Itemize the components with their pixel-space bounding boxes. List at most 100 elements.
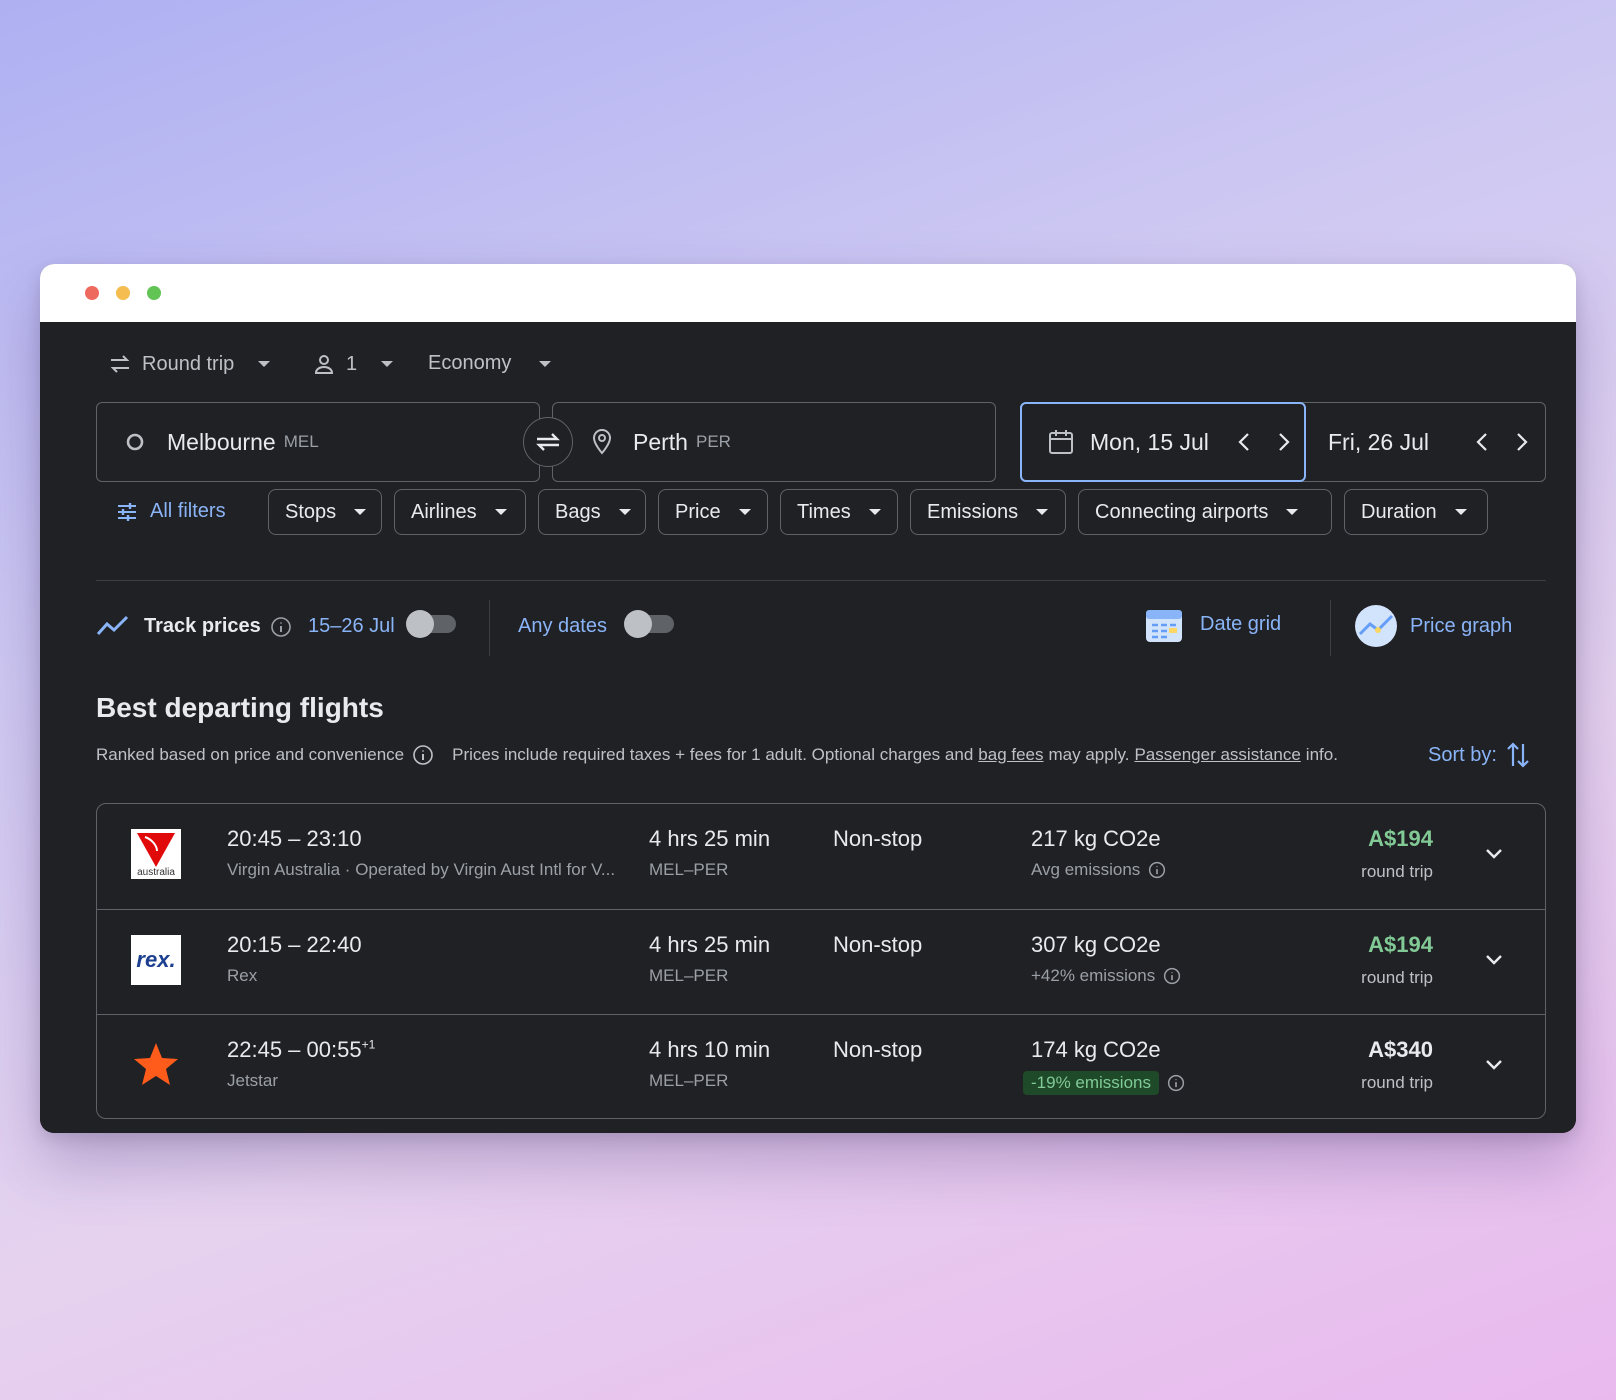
minimize-window-button[interactable] — [116, 286, 130, 300]
day-offset: +1 — [361, 1037, 376, 1052]
chevron-down-icon[interactable] — [1483, 948, 1505, 970]
caret-down-icon — [1286, 509, 1299, 515]
filter-chip-price[interactable]: Price — [658, 489, 768, 535]
airline-name: Rex — [227, 966, 258, 985]
any-dates-label: Any dates — [518, 615, 607, 637]
filter-chip-airlines[interactable]: Airlines — [394, 489, 526, 535]
chip-label: Times — [797, 500, 851, 523]
all-filters-button[interactable]: All filters — [116, 500, 226, 523]
filter-chip-stops[interactable]: Stops — [268, 489, 382, 535]
vertical-divider — [1330, 600, 1331, 656]
rex-logo: rex. — [131, 935, 181, 985]
date-grid-button[interactable]: Date grid — [1144, 604, 1281, 644]
flight-co2: 174 kg CO2e — [1031, 1037, 1161, 1062]
chevron-down-icon[interactable] — [1483, 842, 1505, 864]
emissions-info: Avg emissions — [1031, 860, 1166, 880]
emissions-label: Avg emissions — [1031, 860, 1141, 879]
return-date[interactable]: Fri, 26 Jul — [1328, 429, 1429, 456]
filter-chip-duration[interactable]: Duration — [1344, 489, 1488, 535]
section-divider — [96, 580, 1546, 581]
close-window-button[interactable] — [85, 286, 99, 300]
caret-down-icon — [618, 509, 631, 515]
flight-times: 22:45 – 00:55+1 — [227, 1037, 375, 1063]
flight-price: A$194 — [1368, 932, 1433, 957]
depart-date-input[interactable]: Mon, 15 Jul — [1020, 402, 1306, 482]
flights-page: Round trip 1 Economy Melbourne MEL Perth… — [40, 322, 1576, 1133]
info-icon[interactable] — [1167, 1074, 1185, 1092]
price-type: round trip — [1361, 1073, 1433, 1092]
flight-row[interactable]: 22:45 – 00:55+1 Jetstar 4 hrs 10 min MEL… — [97, 1014, 1545, 1118]
caret-down-icon — [381, 361, 394, 367]
browser-window: Round trip 1 Economy Melbourne MEL Perth… — [40, 264, 1576, 1133]
destination-input[interactable]: Perth PER — [552, 402, 996, 482]
toggle-knob — [624, 610, 652, 638]
caret-down-icon — [738, 509, 751, 515]
airline-name: Jetstar — [227, 1071, 279, 1090]
track-prices-label: Track prices — [144, 615, 261, 637]
chip-label: Stops — [285, 500, 337, 523]
ranked-note: Ranked based on price and convenience — [96, 745, 405, 764]
results-list: australia 20:45 – 23:10 Virgin Australia… — [96, 803, 1546, 1119]
cabin-select[interactable]: Economy — [428, 352, 552, 375]
filter-chip-bags[interactable]: Bags — [538, 489, 646, 535]
flight-stops: Non-stop — [833, 932, 923, 957]
origin-input[interactable]: Melbourne MEL — [96, 402, 540, 482]
filter-chip-connecting-airports[interactable]: Connecting airports — [1078, 489, 1332, 535]
chip-label: Bags — [555, 500, 601, 523]
flight-price: A$194 — [1368, 826, 1433, 851]
info-icon[interactable] — [412, 744, 434, 766]
jetstar-star-logo — [131, 1040, 181, 1090]
caret-down-icon — [494, 509, 507, 515]
flight-times: 20:15 – 22:40 — [227, 932, 362, 957]
passenger-select[interactable]: 1 — [312, 352, 394, 376]
sort-by-label: Sort by: — [1428, 743, 1497, 766]
passenger-count: 1 — [346, 352, 358, 375]
return-prev-day-button[interactable] — [1474, 430, 1490, 454]
trip-type-select[interactable]: Round trip — [108, 352, 271, 376]
sort-by-button[interactable]: Sort by: — [1428, 740, 1531, 770]
flight-row[interactable]: rex. 20:15 – 22:40 Rex 4 hrs 25 min MEL–… — [97, 909, 1545, 1014]
flight-route: MEL–PER — [649, 966, 729, 985]
return-next-day-button[interactable] — [1514, 430, 1530, 454]
price-graph-icon — [1354, 604, 1398, 648]
chevron-down-icon[interactable] — [1483, 1053, 1505, 1075]
any-dates-toggle[interactable] — [624, 610, 674, 638]
destination-city: Perth — [633, 428, 688, 455]
flight-route: MEL–PER — [649, 860, 729, 879]
caret-down-icon — [1454, 509, 1467, 515]
trend-line-icon — [96, 614, 130, 638]
info-icon[interactable] — [1163, 967, 1181, 985]
info-icon[interactable] — [270, 616, 292, 638]
flight-times: 20:45 – 23:10 — [227, 826, 362, 851]
chip-label: Connecting airports — [1095, 500, 1269, 523]
info-icon[interactable] — [1148, 861, 1166, 879]
person-icon — [312, 352, 336, 376]
depart-prev-day-button[interactable] — [1236, 430, 1252, 454]
rex-logo-text: rex. — [136, 947, 176, 972]
bag-fees-link[interactable]: bag fees — [978, 745, 1043, 765]
flight-duration: 4 hrs 25 min — [649, 932, 771, 957]
maximize-window-button[interactable] — [147, 286, 161, 300]
emissions-info: +42% emissions — [1031, 966, 1181, 986]
caret-down-icon — [354, 509, 367, 515]
swap-arrows-icon — [108, 352, 132, 376]
date-grid-label: Date grid — [1200, 612, 1282, 635]
all-filters-label: All filters — [150, 500, 226, 522]
depart-date: Mon, 15 Jul — [1090, 428, 1209, 455]
filter-chip-emissions[interactable]: Emissions — [910, 489, 1066, 535]
sort-icon — [1505, 740, 1531, 770]
track-prices-toggle[interactable] — [406, 610, 456, 638]
price-type: round trip — [1361, 968, 1433, 987]
swap-locations-button[interactable] — [523, 417, 573, 467]
price-graph-button[interactable]: Price graph — [1354, 604, 1512, 648]
emissions-badge: -19% emissions — [1023, 1071, 1159, 1095]
filter-chip-times[interactable]: Times — [780, 489, 898, 535]
toggle-knob — [406, 610, 434, 638]
chip-label: Price — [675, 500, 721, 523]
track-range: 15–26 Jul — [308, 615, 395, 637]
flight-times-text: 22:45 – 00:55 — [227, 1037, 362, 1062]
chip-label: Duration — [1361, 500, 1437, 523]
flight-row[interactable]: australia 20:45 – 23:10 Virgin Australia… — [97, 804, 1545, 909]
passenger-assistance-link[interactable]: Passenger assistance — [1134, 745, 1300, 765]
depart-next-day-button[interactable] — [1276, 430, 1292, 454]
